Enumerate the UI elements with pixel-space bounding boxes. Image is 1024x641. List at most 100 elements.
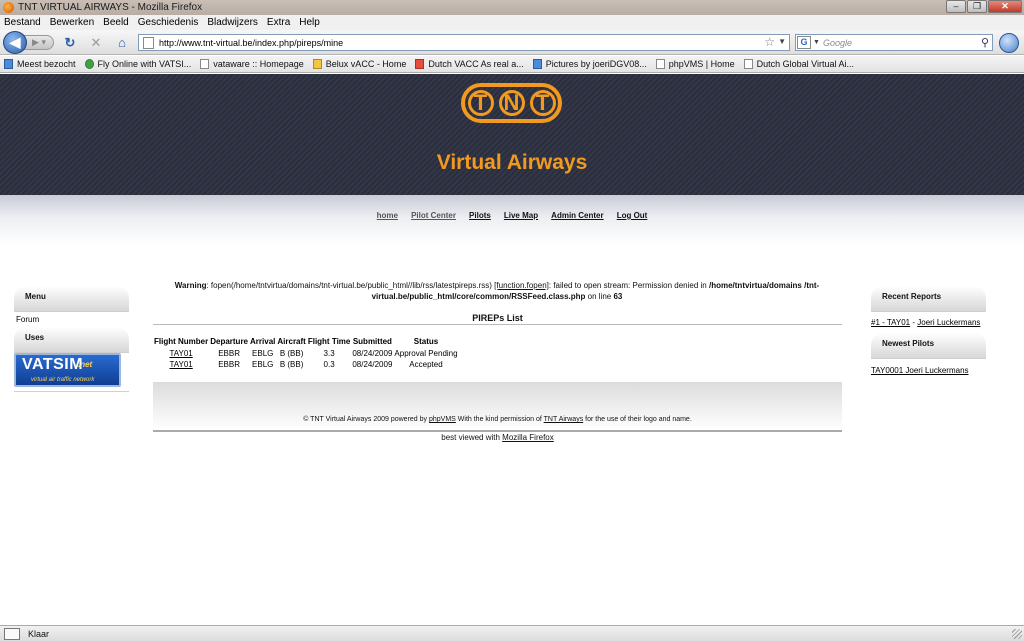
search-engine-icon[interactable]: G [797, 36, 811, 49]
resize-grip-icon[interactable] [1012, 629, 1022, 639]
aircraft-cell: B (BB) [279, 349, 304, 358]
bookmark-item[interactable]: phpVMS | Home [655, 59, 735, 69]
arrival-cell: EBLG [252, 349, 274, 358]
nav-admin-center[interactable]: Admin Center [551, 211, 603, 220]
vatsim-tagline: virtual air traffic network [31, 377, 95, 383]
tnt-airways-link[interactable]: TNT Airways [544, 416, 584, 423]
bookmark-item[interactable]: Fly Online with VATSI... [84, 59, 191, 69]
php-warning: Warning: fopen(/home/tntvirtua/domains/t… [150, 280, 844, 302]
search-placeholder[interactable]: Google [823, 38, 852, 48]
bookmark-item[interactable]: Belux vACC - Home [312, 59, 406, 69]
bookmark-icon [312, 59, 322, 69]
status-cell: Approval Pending [394, 349, 458, 358]
phpvms-link[interactable]: phpVMS [429, 416, 456, 423]
table-header-row: Flight Number Departure Arrival Aircraft… [153, 337, 459, 348]
bookmark-item[interactable]: Meest bezocht [4, 59, 76, 69]
logo-letter: T [529, 90, 556, 116]
close-button[interactable]: ✕ [988, 0, 1022, 13]
warning-text: : failed to open stream: Permission deni… [548, 281, 709, 290]
url-text[interactable]: http://www.tnt-virtual.be/index.php/pire… [159, 38, 343, 48]
site-nav: home Pilot Center Pilots Live Map Admin … [0, 195, 1024, 245]
warning-text: : fopen(/home/tntvirtua/domains/tnt-virt… [206, 281, 495, 290]
warning-text: on line [585, 292, 614, 301]
flight-number-link[interactable]: TAY01 [153, 359, 209, 370]
footer-usage: for the use of their logo and name. [583, 416, 692, 423]
divider [153, 324, 842, 325]
search-engine-dropdown-icon[interactable]: ▼ [813, 39, 820, 46]
pireps-table: Flight Number Departure Arrival Aircraft… [153, 337, 459, 370]
logo-letter: T [467, 90, 494, 116]
stop-icon[interactable]: ✕ [88, 35, 104, 51]
menu-geschiedenis[interactable]: Geschiedenis [138, 17, 199, 28]
nav-pilot-center[interactable]: Pilot Center [411, 211, 456, 220]
menu-bladwijzers[interactable]: Bladwijzers [207, 17, 258, 28]
flight-number-link[interactable]: TAY01 [153, 348, 209, 359]
table-row: TAY01 EBBR EBLG B (BB) 0.3 08/24/2009 Ac… [153, 359, 459, 370]
tnt-logo[interactable]: T N T [461, 83, 562, 123]
site-footer: © TNT Virtual Airways 2009 powered by ph… [153, 382, 842, 432]
firefox-icon [3, 2, 14, 13]
newest-pilots-title: Newest Pilots [882, 339, 935, 348]
menu-help[interactable]: Help [299, 17, 320, 28]
footer-copyright: © TNT Virtual Airways 2009 powered by [303, 416, 429, 423]
warning-label: Warning [174, 281, 207, 290]
submitted-cell: 08/24/2009 [352, 349, 393, 358]
search-box[interactable]: G ▼ Google ⚲ [795, 34, 993, 51]
column-header: Arrival [250, 337, 276, 346]
status-text: Klaar [28, 628, 50, 639]
column-header: Departure [210, 337, 249, 346]
pireps-title: PIREPs List [472, 313, 523, 323]
newest-pilot-link[interactable]: TAY0001 Joeri Luckermans [871, 366, 969, 375]
column-header: Flight Number [154, 337, 209, 346]
bookmark-item[interactable]: vataware :: Homepage [200, 59, 304, 69]
window-title: TNT VIRTUAL AIRWAYS - Mozilla Firefox [18, 2, 203, 13]
recent-report-link[interactable]: #1 - TAY01 [871, 318, 910, 327]
footer-permission: With the kind permission of [455, 416, 544, 423]
forum-link[interactable]: Forum [16, 315, 39, 324]
addon-icon[interactable] [999, 33, 1019, 53]
column-header: Status [413, 337, 439, 346]
nav-pilots[interactable]: Pilots [469, 211, 491, 220]
status-icon [4, 627, 20, 640]
bookmark-icon [200, 59, 210, 69]
nav-live-map[interactable]: Live Map [504, 211, 538, 220]
nav-home[interactable]: home [377, 211, 398, 220]
reload-icon[interactable]: ↻ [62, 35, 78, 51]
table-row: TAY01 EBBR EBLG B (BB) 3.3 08/24/2009 Ap… [153, 348, 459, 359]
footer-text: © TNT Virtual Airways 2009 powered by ph… [153, 416, 842, 423]
recent-reports-title: Recent Reports [882, 292, 942, 301]
nav-log-out[interactable]: Log Out [617, 211, 648, 220]
bookmark-item[interactable]: Pictures by joeriDGV08... [532, 59, 647, 69]
site-brand: Virtual Airways [436, 151, 588, 174]
url-dropdown-icon[interactable]: ▼ [778, 37, 786, 46]
bookmark-star-icon[interactable]: ☆ [764, 35, 775, 49]
menu-beeld[interactable]: Beeld [103, 17, 129, 28]
bookmark-item[interactable]: Dutch VACC As real a... [415, 59, 524, 69]
url-bar[interactable]: http://www.tnt-virtual.be/index.php/pire… [138, 34, 790, 51]
submitted-cell: 08/24/2009 [352, 360, 393, 369]
menu-bestand[interactable]: Bestand [4, 17, 41, 28]
aircraft-cell: B (BB) [279, 360, 304, 369]
menu-extra[interactable]: Extra [267, 17, 290, 28]
maximize-button[interactable]: ❐ [967, 0, 987, 13]
bookmark-item[interactable]: Dutch Global Virtual Ai... [743, 59, 854, 69]
minimize-button[interactable]: – [946, 0, 966, 13]
home-icon[interactable]: ⌂ [114, 35, 130, 51]
newest-pilots-box: Newest Pilots [871, 333, 986, 359]
status-bar: Klaar [0, 625, 1024, 641]
column-header: Flight Time [307, 337, 351, 346]
firefox-link[interactable]: Mozilla Firefox [502, 433, 554, 442]
bookmarks-toolbar: Meest bezocht Fly Online with VATSI... v… [0, 56, 1024, 73]
warning-line: 63 [613, 292, 623, 301]
menu-bewerken[interactable]: Bewerken [50, 17, 94, 28]
vatsim-banner[interactable]: VATSIM .net virtual air traffic network [14, 353, 121, 387]
function-fopen-link[interactable]: [function.fopen] [494, 281, 549, 290]
recent-report-pilot-link[interactable]: Joeri Luckermans [917, 318, 980, 327]
back-button[interactable]: ◀ [3, 31, 27, 54]
page-icon [143, 36, 154, 49]
window-titlebar: TNT VIRTUAL AIRWAYS - Mozilla Firefox – … [0, 0, 1024, 15]
bookmark-icon [655, 59, 665, 69]
logo-letter: N [498, 90, 525, 116]
search-icon[interactable]: ⚲ [981, 36, 989, 49]
forward-button[interactable]: ▶ ▾ [24, 35, 54, 50]
